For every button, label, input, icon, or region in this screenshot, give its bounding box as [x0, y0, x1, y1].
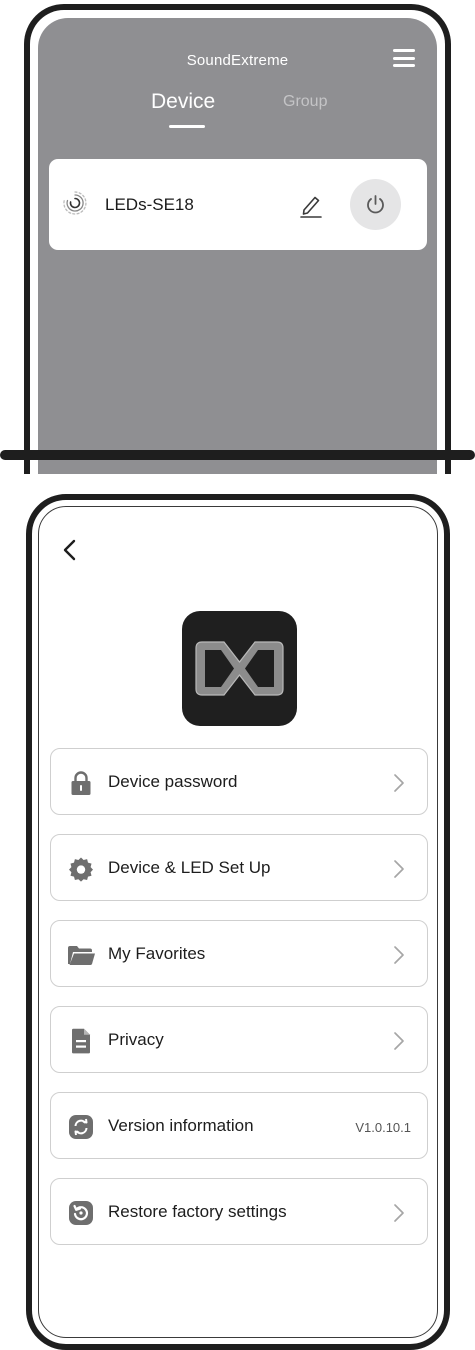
chevron-right-icon — [394, 774, 404, 792]
phone-cutoff-bar — [0, 450, 475, 460]
menu-row-label: My Favorites — [108, 944, 206, 963]
lock-icon — [71, 771, 91, 795]
chevron-right-icon — [394, 1032, 404, 1050]
chevron-left-icon[interactable] — [59, 537, 81, 563]
hamburger-menu-icon[interactable] — [393, 49, 415, 67]
menu-row-label: Restore factory settings — [108, 1202, 287, 1221]
device-list-phone: SoundExtreme Device Group LEDs-SE18 — [24, 4, 451, 474]
brand-x-logo — [182, 611, 297, 726]
tab-device[interactable]: Device — [151, 90, 215, 114]
menu-row-label: Privacy — [108, 1030, 164, 1049]
device-name: LEDs-SE18 — [105, 195, 194, 214]
chevron-right-icon — [394, 860, 404, 878]
menu-row-my-favorites[interactable]: My Favorites — [50, 920, 428, 987]
folder-icon — [68, 946, 95, 965]
loading-spinner-icon — [63, 191, 87, 215]
power-button[interactable] — [350, 179, 401, 230]
chevron-right-icon — [394, 946, 404, 964]
menu-row-restore-factory-settings[interactable]: Restore factory settings — [50, 1178, 428, 1245]
menu-row-label: Device password — [108, 772, 238, 791]
menu-row-label: Device & LED Set Up — [108, 858, 271, 877]
document-icon — [72, 1028, 90, 1054]
version-number: V1.0.10.1 — [355, 1120, 411, 1135]
menu-row-device-led-setup[interactable]: Device & LED Set Up — [50, 834, 428, 901]
device-card[interactable]: LEDs-SE18 — [49, 159, 427, 250]
chevron-right-icon — [394, 1204, 404, 1222]
refresh-icon — [69, 1115, 93, 1139]
restore-icon — [69, 1201, 93, 1225]
active-tab-indicator — [169, 125, 205, 128]
tab-group[interactable]: Group — [283, 93, 327, 111]
menu-row-device-password[interactable]: Device password — [50, 748, 428, 815]
menu-row-version-information[interactable]: Version information V1.0.10.1 — [50, 1092, 428, 1159]
menu-row-label: Version information — [108, 1116, 254, 1135]
power-icon — [367, 195, 384, 214]
settings-screen: Device password Device & LED Set Up My F… — [38, 506, 438, 1338]
menu-row-privacy[interactable]: Privacy — [50, 1006, 428, 1073]
gear-icon — [69, 857, 93, 882]
settings-phone: Device password Device & LED Set Up My F… — [26, 494, 450, 1350]
device-list-screen: SoundExtreme Device Group LEDs-SE18 — [38, 18, 437, 474]
app-title: SoundExtreme — [186, 52, 289, 69]
pencil-icon[interactable] — [298, 191, 324, 219]
